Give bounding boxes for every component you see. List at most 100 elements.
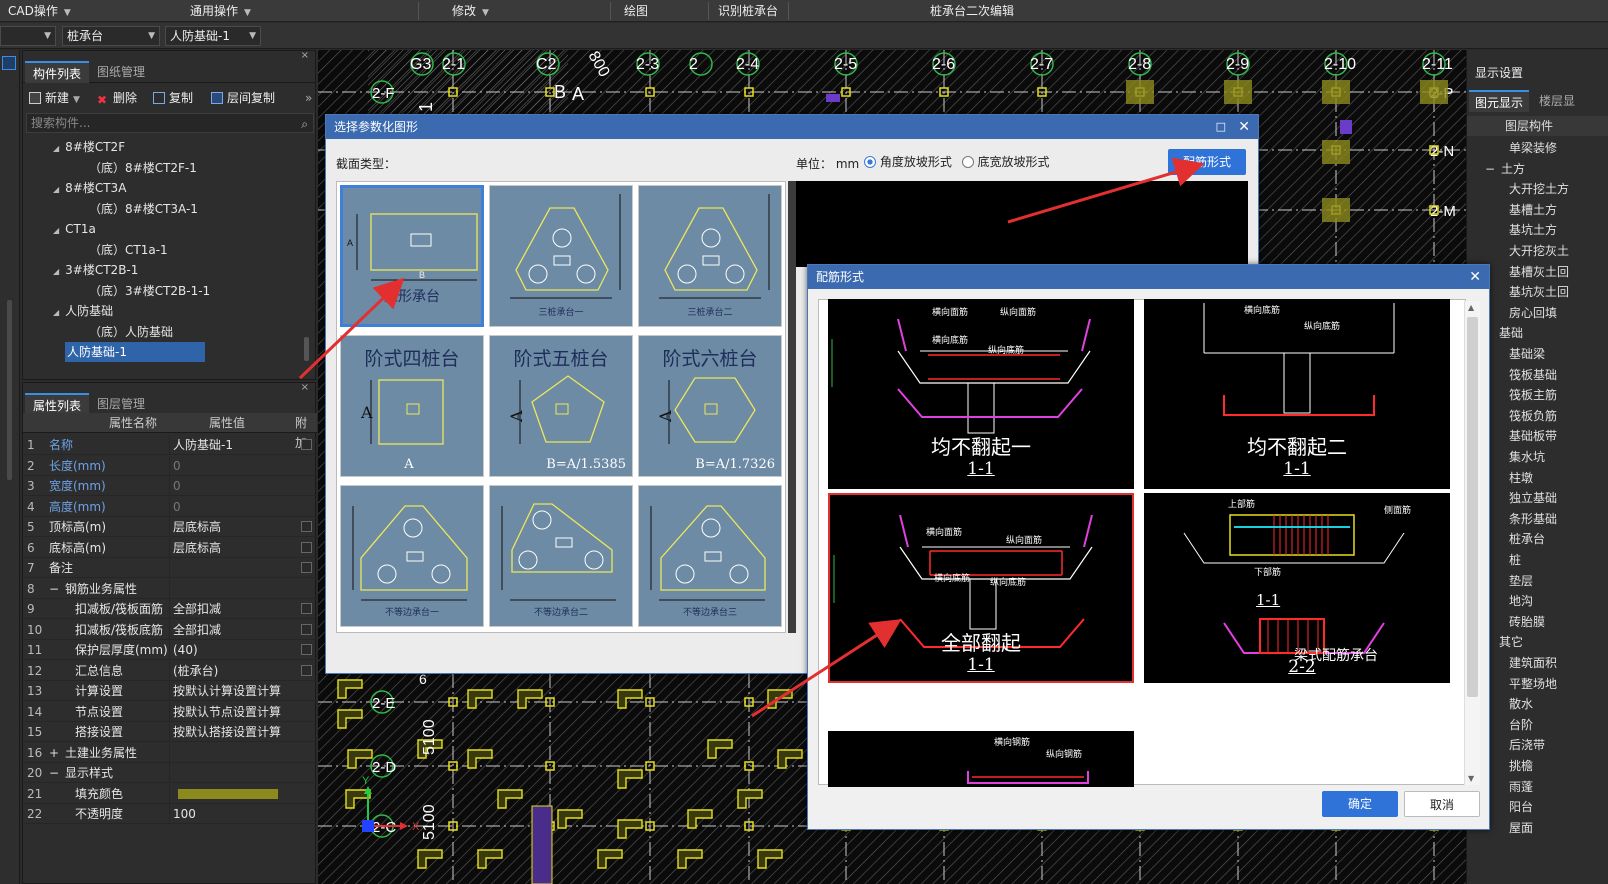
tab-floor-display[interactable]: 楼层显 bbox=[1533, 90, 1608, 112]
shape-thumbnail[interactable]: A 阶式六桩台 B=A/1.7326 bbox=[638, 335, 782, 477]
layer-item[interactable]: 基槽灰土回 bbox=[1509, 262, 1569, 282]
delete-button[interactable]: ✖ 删除 bbox=[97, 89, 137, 107]
tree-node[interactable]: ◢ 8#楼CT3A bbox=[53, 178, 126, 198]
scroll-down-icon[interactable]: ▼ bbox=[1468, 774, 1474, 783]
expander-icon[interactable]: − bbox=[49, 763, 59, 783]
menu-item[interactable]: 绘图 bbox=[624, 0, 648, 22]
layer-item[interactable]: 基坑灰土回 bbox=[1509, 282, 1569, 302]
layer-item[interactable]: 散水 bbox=[1509, 694, 1533, 714]
property-row[interactable]: 1 名称 人防基础-1 bbox=[23, 435, 317, 455]
layer-item[interactable]: 筏板基础 bbox=[1509, 365, 1557, 385]
expand-triangle-icon[interactable]: ◢ bbox=[53, 180, 59, 200]
menu-item[interactable]: 通用操作 ▼ bbox=[190, 0, 251, 22]
category-combo[interactable]: 桩承台 ▼ bbox=[62, 26, 160, 46]
attach-checkbox[interactable] bbox=[301, 562, 312, 573]
floor-copy-button[interactable]: 层间复制 bbox=[211, 89, 275, 107]
radio-angle[interactable] bbox=[864, 156, 876, 168]
layer-item[interactable]: 基础梁 bbox=[1509, 344, 1545, 364]
shape-thumbnail[interactable]: A B 矩形承台 bbox=[340, 185, 484, 327]
layer-item[interactable]: 桩承台 bbox=[1509, 529, 1545, 549]
rebar-form-card[interactable]: 横向底筋 纵向底筋 均不翻起二 1-1 bbox=[1144, 299, 1450, 489]
layer-item[interactable]: 基坑土方 bbox=[1509, 220, 1557, 240]
tree-node[interactable]: （底）3#楼CT2B-1-1 bbox=[89, 281, 210, 301]
scrollbar[interactable] bbox=[304, 337, 309, 361]
maximize-icon[interactable]: □ bbox=[1216, 115, 1226, 139]
copy-button[interactable]: 复制 bbox=[153, 89, 193, 107]
property-row[interactable]: 16 + 土建业务属性 bbox=[23, 742, 317, 763]
layer-item[interactable]: 其它 bbox=[1499, 632, 1523, 652]
tab-component-list[interactable]: 构件列表 bbox=[25, 61, 90, 83]
scrollbar[interactable]: ▲ ▼ bbox=[1464, 301, 1480, 785]
property-row[interactable]: 7 备注 bbox=[23, 558, 317, 578]
radio-width[interactable] bbox=[961, 156, 974, 168]
shape-thumbnail[interactable]: 不等边承台一 bbox=[340, 485, 484, 627]
layer-item[interactable]: 房心回填 bbox=[1509, 303, 1557, 323]
property-row[interactable]: 20− 显示样式 bbox=[23, 763, 317, 783]
property-row[interactable]: 13 计算设置 按默认计算设置计算 bbox=[23, 681, 317, 701]
expand-triangle-icon[interactable]: ◢ bbox=[53, 262, 59, 282]
search-icon[interactable]: ⌕ bbox=[301, 115, 308, 133]
close-icon[interactable]: × bbox=[301, 50, 309, 61]
layer-item[interactable]: 基础 bbox=[1499, 323, 1523, 343]
floor-combo[interactable]: ▼ bbox=[0, 26, 56, 46]
layer-item[interactable]: 条形基础 bbox=[1509, 509, 1557, 529]
layer-item[interactable]: 筏板负筋 bbox=[1509, 406, 1557, 426]
expand-triangle-icon[interactable]: ◢ bbox=[53, 303, 59, 323]
close-icon[interactable]: ✕ bbox=[1238, 115, 1250, 139]
scrollbar[interactable] bbox=[788, 181, 796, 633]
new-button[interactable]: 新建 ▼ bbox=[29, 89, 80, 107]
layer-item[interactable]: 雨蓬 bbox=[1509, 777, 1533, 797]
property-row[interactable]: 9 扣减板/筏板面筋 全部扣减 bbox=[23, 599, 317, 619]
property-row[interactable]: 22 不透明度 100 bbox=[23, 804, 317, 824]
layer-item[interactable]: 地沟 bbox=[1509, 591, 1533, 611]
shape-thumbnail[interactable]: 不等边承台三 bbox=[638, 485, 782, 627]
cancel-button[interactable]: 取消 bbox=[1404, 791, 1480, 817]
attach-checkbox[interactable] bbox=[301, 664, 312, 676]
tree-node[interactable]: ◢ 3#楼CT2B-1 bbox=[53, 260, 138, 280]
tree-node[interactable]: ◢ 人防基础 bbox=[53, 301, 113, 321]
layer-item[interactable]: 柱墩 bbox=[1509, 468, 1533, 488]
rebar-form-card[interactable]: 上部筋 下部筋 侧面筋 1-1 梁式配筋承台 2-2 bbox=[1144, 493, 1450, 683]
layer-item[interactable]: 砖胎膜 bbox=[1509, 612, 1545, 632]
close-icon[interactable]: ✕ bbox=[1469, 265, 1481, 289]
attach-checkbox[interactable] bbox=[301, 603, 312, 614]
menu-item[interactable]: 修改 ▼ bbox=[452, 0, 489, 22]
tab-drawing-management[interactable]: 图纸管理 bbox=[89, 61, 153, 83]
tab-property-list[interactable]: 属性列表 bbox=[25, 393, 90, 415]
shape-thumbnail[interactable]: 三桩承台一 bbox=[489, 185, 633, 327]
property-row[interactable]: 14 节点设置 按默认节点设置计算 bbox=[23, 701, 317, 722]
rebar-form-card[interactable]: 横向钢筋 纵向钢筋 bbox=[828, 731, 1134, 787]
layer-item[interactable]: − 土方 bbox=[1485, 159, 1525, 179]
fill-color-swatch[interactable] bbox=[178, 788, 278, 799]
attach-checkbox[interactable] bbox=[301, 439, 312, 450]
property-row[interactable]: 5 顶标高(m) 层底标高 bbox=[23, 517, 317, 537]
layout-icon[interactable] bbox=[2, 56, 16, 70]
tree-node[interactable]: ◢ 8#楼CT2F bbox=[53, 137, 125, 157]
tree-node[interactable]: 人防基础-1 bbox=[65, 342, 205, 362]
tree-node[interactable]: （底）8#楼CT2F-1 bbox=[89, 158, 197, 178]
layer-item[interactable]: 基础板带 bbox=[1509, 426, 1557, 446]
layer-item[interactable]: 后浇带 bbox=[1509, 735, 1545, 755]
more-icon[interactable]: » bbox=[305, 89, 312, 107]
expander-icon[interactable]: + bbox=[49, 743, 59, 763]
property-row[interactable]: 21 填充颜色 bbox=[23, 783, 317, 804]
attach-checkbox[interactable] bbox=[301, 644, 312, 655]
attach-checkbox[interactable] bbox=[301, 521, 312, 532]
expand-triangle-icon[interactable]: ◢ bbox=[53, 221, 59, 241]
tree-node[interactable]: （底）人防基础 bbox=[89, 322, 173, 342]
property-row[interactable]: 4 高度(mm) 0 bbox=[23, 496, 317, 517]
layer-item[interactable]: 屋面 bbox=[1509, 818, 1533, 838]
layer-item[interactable]: 建筑面积 bbox=[1509, 653, 1557, 673]
layer-item[interactable]: 筏板主筋 bbox=[1509, 385, 1557, 405]
property-row[interactable]: 12 汇总信息 (桩承台) bbox=[23, 660, 317, 681]
menu-item[interactable]: 桩承台二次编辑 bbox=[930, 0, 1014, 22]
attach-checkbox[interactable] bbox=[301, 623, 312, 635]
rebar-form-card[interactable]: 横向面筋 纵向面筋 横向底筋 纵向底筋 均不翻起一 1-1 bbox=[828, 299, 1134, 489]
shape-thumbnail[interactable]: A 阶式四桩台 A bbox=[340, 335, 484, 477]
property-row[interactable]: 15 搭接设置 按默认搭接设置计算 bbox=[23, 722, 317, 742]
layer-item[interactable]: 集水坑 bbox=[1509, 447, 1545, 467]
property-row[interactable]: 3 宽度(mm) 0 bbox=[23, 476, 317, 496]
scrollbar[interactable] bbox=[7, 300, 12, 480]
layer-item[interactable]: 单梁装修 bbox=[1509, 138, 1557, 158]
scroll-up-icon[interactable]: ▲ bbox=[1468, 303, 1474, 312]
